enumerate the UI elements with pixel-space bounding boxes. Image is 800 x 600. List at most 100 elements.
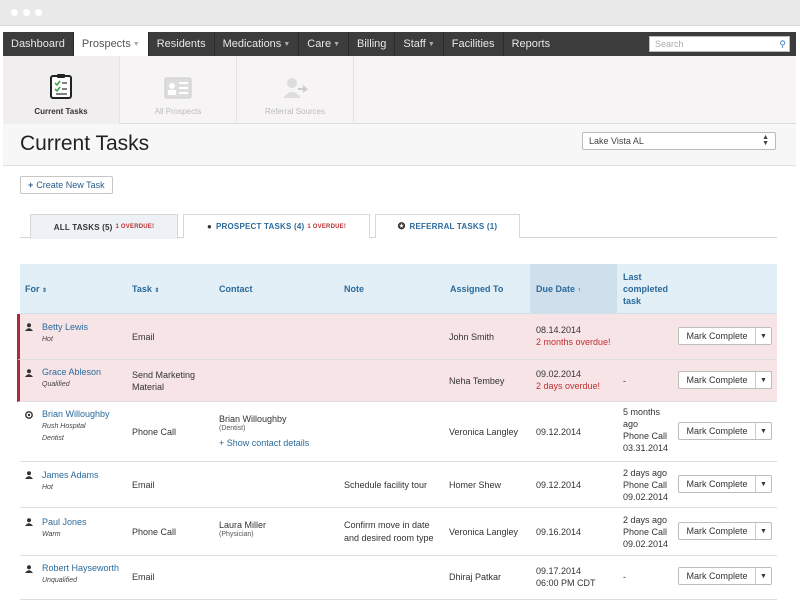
- overdue-note: 2 days overdue!: [536, 381, 601, 391]
- mark-complete-button[interactable]: Mark Complete ▼: [678, 567, 772, 585]
- col-last-completed: Last completed task: [623, 272, 669, 306]
- task-type: Email: [132, 480, 155, 490]
- subnav-all-prospects[interactable]: All Prospects: [120, 56, 237, 124]
- person-icon: [25, 323, 33, 331]
- resident-name[interactable]: James Adams: [42, 469, 99, 481]
- chevron-down-icon[interactable]: ▼: [756, 423, 771, 439]
- nav-facilities[interactable]: Facilities: [444, 32, 504, 56]
- table-row: James Adams Hot Email Schedule facility …: [20, 462, 777, 508]
- referral-name[interactable]: Brian Willoughby: [42, 408, 110, 420]
- due-date: 09.17.2014: [536, 566, 582, 576]
- main-nav: Dashboard Prospects ▼ Residents Medicatio…: [3, 32, 796, 56]
- task-type: Phone Call: [132, 527, 177, 537]
- subnav-current-tasks[interactable]: Current Tasks: [3, 56, 120, 124]
- chevron-down-icon[interactable]: ▼: [756, 523, 771, 539]
- overdue-note: 2 months overdue!: [536, 337, 611, 347]
- last-completed: 2 days ago Phone Call 09.02.2014: [623, 515, 669, 549]
- subnav-referral-sources[interactable]: Referral Sources: [237, 56, 354, 124]
- task-note: Confirm move in date: [344, 520, 430, 530]
- mark-complete-button[interactable]: Mark Complete ▼: [678, 422, 772, 440]
- assigned-to: Veronica Langley: [449, 427, 519, 437]
- status-label: Qualified: [42, 381, 70, 388]
- nav-staff[interactable]: Staff ▼: [395, 32, 444, 56]
- mark-complete-button[interactable]: Mark Complete ▼: [678, 371, 772, 389]
- mark-complete-button[interactable]: Mark Complete ▼: [678, 522, 772, 540]
- chevron-down-icon: ▼: [132, 40, 140, 48]
- nav-billing[interactable]: Billing: [349, 32, 396, 56]
- due-date: 09.02.2014: [536, 369, 582, 379]
- facility-select[interactable]: Lake Vista AL ▲ ▼: [582, 132, 776, 150]
- person-icon: [25, 518, 33, 526]
- create-new-task-button[interactable]: + Create New Task: [20, 176, 113, 194]
- nav-care[interactable]: Care ▼: [299, 32, 350, 56]
- person-icon: [25, 471, 33, 479]
- resident-name[interactable]: Betty Lewis: [42, 321, 88, 333]
- assigned-to: Neha Tembey: [449, 376, 505, 386]
- task-note-line2: and desired room type: [344, 533, 434, 543]
- resident-name[interactable]: Paul Jones: [42, 516, 87, 528]
- col-note: Note: [344, 284, 364, 294]
- person-icon: [25, 369, 33, 377]
- chevron-down-icon: ▼: [333, 40, 341, 48]
- resident-name[interactable]: Robert Hayseworth: [42, 562, 119, 574]
- select-arrows-icon: ▲ ▼: [762, 134, 769, 147]
- window-minimize-dot[interactable]: [23, 9, 30, 16]
- mark-complete-button[interactable]: Mark Complete ▼: [678, 475, 772, 493]
- chevron-down-icon[interactable]: ▼: [756, 372, 771, 388]
- table-header: For ⇕ Task ⇕ Contact Note Assigned To Du…: [20, 264, 777, 314]
- search-input[interactable]: Search ⚲: [649, 36, 790, 52]
- status-label: Hot: [42, 484, 53, 491]
- task-type: Send Marketing: [132, 370, 196, 380]
- last-completed: 5 months ago Phone Call 03.31.2014: [623, 407, 669, 453]
- show-contact-details-link[interactable]: + Show contact details: [219, 437, 309, 449]
- referral-icon: ✪: [397, 221, 406, 231]
- col-contact: Contact: [219, 284, 253, 294]
- assigned-to: John Smith: [449, 332, 495, 342]
- referral-icon: [25, 411, 33, 419]
- chevron-down-icon[interactable]: ▼: [756, 568, 771, 584]
- person-icon: [25, 565, 33, 573]
- task-tabs: ALL TASKS (5) 1 OVERDUE! ● PROSPECT TASK…: [20, 214, 777, 239]
- nav-prospects[interactable]: Prospects ▼: [73, 32, 149, 56]
- tasks-table: For ⇕ Task ⇕ Contact Note Assigned To Du…: [17, 264, 777, 600]
- task-type: Email: [132, 332, 155, 342]
- status-label: Hot: [42, 336, 53, 343]
- due-date: 09.12.2014: [536, 427, 582, 437]
- tab-prospect-tasks[interactable]: ● PROSPECT TASKS (4) 1 OVERDUE!: [183, 214, 370, 238]
- window-close-dot[interactable]: [11, 9, 18, 16]
- page-title: Current Tasks: [20, 132, 150, 155]
- sort-icon: ⇕: [42, 288, 48, 294]
- nav-dashboard[interactable]: Dashboard: [3, 32, 74, 56]
- col-due-date[interactable]: Due Date ↑: [530, 264, 617, 314]
- nav-reports[interactable]: Reports: [504, 32, 559, 56]
- chevron-down-icon: ▼: [283, 40, 291, 48]
- resident-name[interactable]: Grace Ableson: [42, 366, 101, 378]
- table-row: Brian Willoughby Rush Hospital Dentist P…: [20, 402, 777, 462]
- search-icon[interactable]: ⚲: [779, 39, 786, 50]
- col-task[interactable]: Task ⇕: [132, 283, 159, 297]
- nav-residents[interactable]: Residents: [149, 32, 215, 56]
- assigned-to: Dhiraj Patkar: [449, 572, 502, 582]
- task-type: Phone Call: [132, 427, 177, 437]
- chevron-down-icon[interactable]: ▼: [756, 476, 771, 492]
- plus-icon: +: [28, 180, 34, 190]
- window-maximize-dot[interactable]: [35, 9, 42, 16]
- nav-medications[interactable]: Medications ▼: [215, 32, 300, 56]
- due-date: 08.14.2014: [536, 325, 582, 335]
- col-for[interactable]: For ⇕: [25, 283, 47, 297]
- tab-all-tasks[interactable]: ALL TASKS (5) 1 OVERDUE!: [30, 214, 178, 239]
- referral-user-icon: [283, 78, 308, 98]
- contact-role: (Physician): [219, 531, 254, 538]
- address-book-icon: [164, 77, 192, 99]
- task-type-line2: Material: [132, 382, 165, 392]
- mark-complete-button[interactable]: Mark Complete ▼: [678, 327, 772, 345]
- contact-role: (Dentist): [219, 425, 246, 432]
- chevron-down-icon[interactable]: ▼: [756, 328, 771, 344]
- last-completed: -: [623, 376, 626, 386]
- organization-label: Rush Hospital: [42, 423, 86, 430]
- task-note: Schedule facility tour: [344, 480, 428, 490]
- sort-asc-icon: ↑: [577, 287, 582, 294]
- tab-referral-tasks[interactable]: ✪ REFERRAL TASKS (1): [375, 214, 520, 238]
- table-row: Robert Hayseworth Unqualified Email Dhir…: [20, 556, 777, 600]
- task-type: Email: [132, 572, 155, 582]
